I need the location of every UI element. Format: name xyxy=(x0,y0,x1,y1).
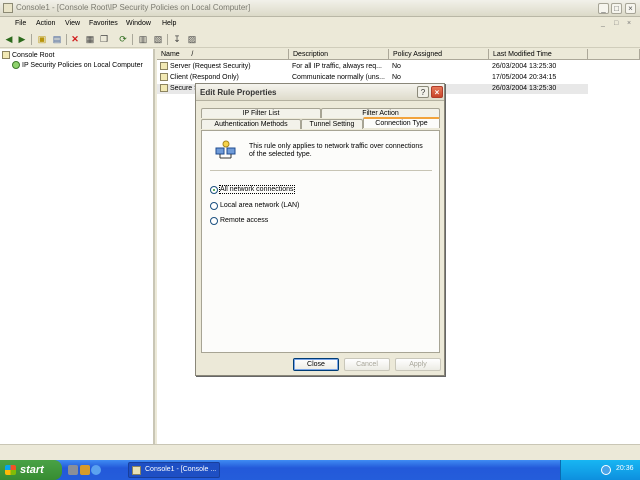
radio-all-network-connections[interactable] xyxy=(210,186,218,194)
taskbar: start Console1 - [Console ... EN 20:36 xyxy=(0,460,640,480)
policy-assigned: No xyxy=(392,63,401,70)
windows-logo-icon xyxy=(5,465,16,475)
refresh-icon[interactable]: ⟳ xyxy=(117,33,129,45)
mdi-minimize-button[interactable]: _ xyxy=(601,20,605,27)
column-header-policy-assigned[interactable]: Policy Assigned xyxy=(389,49,489,60)
dialog-help-button[interactable]: ? xyxy=(417,86,429,98)
show-hide-tree-icon[interactable]: ▤ xyxy=(51,33,63,45)
help-icon[interactable]: ▧ xyxy=(152,33,164,45)
radio-label-remote-access[interactable]: Remote access xyxy=(220,217,268,224)
policy-icon xyxy=(160,84,168,93)
policy-icon xyxy=(160,62,168,71)
radio-local-area-network[interactable] xyxy=(210,202,218,210)
status-bar xyxy=(0,444,640,458)
forward-arrow-icon[interactable]: ▶ xyxy=(16,33,28,45)
tab-tunnel-setting[interactable]: Tunnel Setting xyxy=(301,119,363,129)
mmc-icon xyxy=(132,466,141,475)
close-button[interactable]: Close xyxy=(293,358,339,371)
menu-action[interactable]: Action xyxy=(36,20,55,27)
minimize-button[interactable]: _ xyxy=(598,3,609,14)
policy-modified: 26/03/2004 13:25:30 xyxy=(492,85,557,92)
tree-item-ip-security-policies[interactable]: IP Security Policies on Local Computer xyxy=(12,61,143,71)
tree-item-label: IP Security Policies on Local Computer xyxy=(22,62,143,69)
toolbar-separator xyxy=(167,34,168,45)
toolbar-separator xyxy=(132,34,133,45)
tree-item-console-root[interactable]: Console Root xyxy=(2,51,54,61)
maximize-button[interactable]: □ xyxy=(611,3,622,14)
policy-name: Client (Respond Only) xyxy=(170,74,239,81)
delete-icon[interactable]: ✕ xyxy=(69,33,81,45)
clock[interactable]: 20:36 xyxy=(616,465,634,472)
connection-type-panel: This rule only applies to network traffi… xyxy=(201,130,440,353)
media-player-icon[interactable] xyxy=(80,465,90,475)
table-row[interactable]: Server (Request Security) For all IP tra… xyxy=(157,62,588,72)
taskbar-button-console1[interactable]: Console1 - [Console ... xyxy=(128,462,220,478)
toolbar-separator xyxy=(31,34,32,45)
taskbar-button-label: Console1 - [Console ... xyxy=(145,466,217,473)
mdi-close-button[interactable]: × xyxy=(627,20,631,27)
console-tree[interactable]: Console Root IP Security Policies on Loc… xyxy=(0,49,155,444)
radio-remote-access[interactable] xyxy=(210,217,218,225)
policy-description: For all IP traffic, always req... xyxy=(292,63,382,70)
radio-label-all-network-connections[interactable]: All network connections xyxy=(219,185,295,194)
window-title-bar[interactable]: Console1 - [Console Root\IP Security Pol… xyxy=(0,0,640,17)
properties-icon[interactable]: ▦ xyxy=(84,33,96,45)
column-header-name[interactable]: Name / xyxy=(157,49,289,60)
network-tray-icon[interactable] xyxy=(601,465,611,475)
policy-modified: 17/05/2004 20:34:15 xyxy=(492,74,557,81)
mmc-app-icon xyxy=(3,3,13,13)
mdi-restore-button[interactable]: □ xyxy=(614,20,618,27)
copy-icon[interactable]: ❐ xyxy=(98,33,110,45)
policy-description: Communicate normally (uns... xyxy=(292,74,385,81)
dialog-title: Edit Rule Properties xyxy=(200,88,277,97)
apply-button[interactable]: Apply xyxy=(395,358,441,371)
policy-name: Server (Request Security) xyxy=(170,63,251,70)
column-header-last-modified[interactable]: Last Modified Time xyxy=(489,49,588,60)
menu-view[interactable]: View xyxy=(65,20,80,27)
toolbar-separator xyxy=(66,34,67,45)
toolbar: ◀ ▶ ▣ ▤ ✕ ▦ ❐ ⟳ ▥ ▧ ↧ ▨ xyxy=(0,31,640,48)
tab-connection-type[interactable]: Connection Type xyxy=(363,117,440,128)
internet-explorer-icon[interactable] xyxy=(91,465,101,475)
dialog-close-button[interactable]: × xyxy=(431,86,443,98)
policy-assigned: No xyxy=(392,74,401,81)
ip-security-icon xyxy=(12,61,20,70)
system-tray: 20:36 xyxy=(560,460,640,480)
menu-favorites[interactable]: Favorites xyxy=(89,20,118,27)
dialog-title-bar[interactable]: Edit Rule Properties ? × xyxy=(196,84,444,101)
menu-window[interactable]: Window xyxy=(126,20,151,27)
back-arrow-icon[interactable]: ◀ xyxy=(3,33,15,45)
network-connections-icon xyxy=(215,140,236,159)
connection-type-description: This rule only applies to network traffi… xyxy=(249,143,423,158)
column-header-empty xyxy=(588,49,640,60)
policy-modified: 26/03/2004 13:25:30 xyxy=(492,63,557,70)
tab-ip-filter-list[interactable]: IP Filter List xyxy=(201,108,321,118)
export-list-icon[interactable]: ▥ xyxy=(137,33,149,45)
close-window-button[interactable]: × xyxy=(625,3,636,14)
window-title: Console1 - [Console Root\IP Security Pol… xyxy=(16,3,251,12)
folder-icon xyxy=(2,51,10,60)
start-label: start xyxy=(20,464,44,476)
cancel-button[interactable]: Cancel xyxy=(344,358,390,371)
menu-help[interactable]: Help xyxy=(162,20,176,27)
edit-rule-properties-dialog: Edit Rule Properties ? × IP Filter List … xyxy=(195,83,445,376)
filter-icon[interactable]: ↧ xyxy=(171,33,183,45)
up-folder-icon[interactable]: ▣ xyxy=(36,33,48,45)
divider xyxy=(210,170,432,171)
column-header-description[interactable]: Description xyxy=(289,49,389,60)
start-button[interactable]: start xyxy=(0,460,62,480)
tree-item-label: Console Root xyxy=(12,52,55,59)
manage-filters-icon[interactable]: ▨ xyxy=(186,33,198,45)
show-desktop-icon[interactable] xyxy=(68,465,78,475)
tab-authentication-methods[interactable]: Authentication Methods xyxy=(201,119,301,129)
radio-label-local-area-network[interactable]: Local area network (LAN) xyxy=(220,202,299,209)
menu-bar: File Action View Favorites Window Help _… xyxy=(0,18,640,31)
policy-icon xyxy=(160,73,168,82)
table-row[interactable]: Client (Respond Only) Communicate normal… xyxy=(157,73,588,83)
menu-file[interactable]: File xyxy=(15,20,26,27)
